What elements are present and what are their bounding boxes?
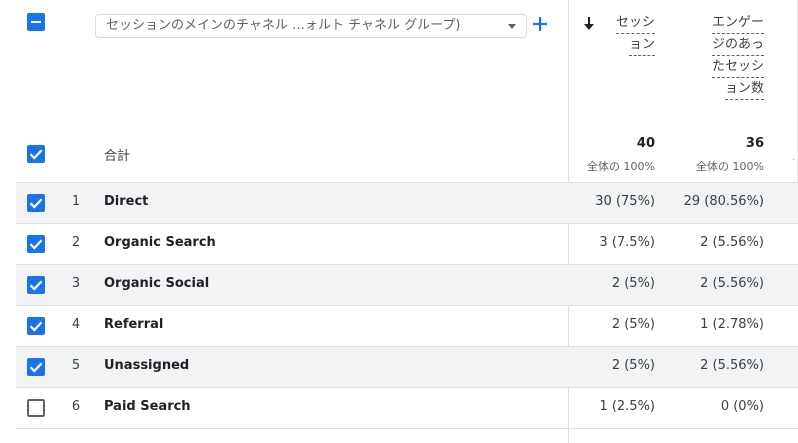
row-channel-name: Direct [104, 194, 149, 209]
total-engaged-value: 36 [745, 136, 764, 151]
row-sessions-value: 2 (5%) [611, 317, 655, 332]
row-index: 3 [71, 276, 81, 291]
table-row[interactable]: 2 Organic Search 3 (7.5%) 2 (5.56%) [16, 224, 798, 264]
table-row[interactable]: 4 Referral 2 (5%) 1 (2.78%) [16, 306, 798, 346]
row-index: 2 [71, 235, 81, 250]
column-header-engaged-line2: ジのあっ [711, 35, 764, 56]
row-checkbox[interactable] [27, 399, 45, 417]
row-sessions-value: 2 (5%) [611, 276, 655, 291]
check-icon [29, 321, 43, 332]
row-checkbox[interactable] [27, 276, 45, 294]
check-icon [29, 239, 43, 250]
row-sessions-value: 1 (2.5%) [599, 399, 655, 414]
check-icon [29, 280, 43, 291]
row-channel-name: Referral [104, 317, 164, 332]
table-row[interactable]: 5 Unassigned 2 (5%) 2 (5.56%) [16, 347, 798, 387]
row-channel-name: Unassigned [104, 358, 190, 373]
total-sessions-share: 全体の 100% [587, 160, 655, 173]
row-channel-name: Organic Search [104, 235, 216, 250]
row-index: 5 [71, 358, 81, 373]
row-checkbox[interactable] [27, 194, 45, 212]
dimension-select-value: セッションのメインのチャネル …ォルト チャネル グループ) [106, 18, 461, 33]
row-engaged-value: 0 (0%) [720, 399, 764, 414]
row-checkbox[interactable] [27, 317, 45, 335]
column-header-engaged-line4: ョン数 [724, 79, 764, 100]
table-row[interactable]: 6 Paid Search 1 (2.5%) 0 (0%) [16, 388, 798, 428]
row-divider [16, 428, 798, 429]
row-sessions-value: 2 (5%) [611, 358, 655, 373]
totals-label: 合計 [104, 149, 131, 164]
row-engaged-value: 2 (5.56%) [700, 358, 764, 373]
column-header-engaged-sessions[interactable]: エンゲー ジのあっ たセッシ ョン数 [711, 12, 764, 100]
row-channel-name: Paid Search [104, 399, 191, 414]
row-checkbox[interactable] [27, 235, 45, 253]
check-icon [29, 149, 43, 160]
totals-checkbox[interactable] [27, 145, 45, 163]
row-checkbox[interactable] [27, 358, 45, 376]
dimension-select[interactable]: セッションのメインのチャネル …ォルト チャネル グループ) [95, 14, 527, 38]
row-index: 4 [71, 317, 81, 332]
column-header-sessions-line1: セッシ [615, 13, 655, 34]
check-icon [29, 198, 43, 209]
row-index: 1 [71, 194, 81, 209]
plus-icon[interactable] [531, 15, 549, 33]
row-engaged-value: 2 (5.56%) [700, 235, 764, 250]
column-header-sessions[interactable]: セッシ ョン [615, 12, 655, 56]
truncated-column-indicator: · [792, 155, 796, 166]
row-sessions-value: 30 (75%) [595, 194, 655, 209]
row-engaged-value: 29 (80.56%) [683, 194, 764, 209]
column-header-engaged-line1: エンゲー [711, 13, 764, 34]
table-row[interactable]: 3 Organic Social 2 (5%) 2 (5.56%) [16, 265, 798, 305]
minus-checkbox-icon [31, 21, 41, 23]
column-header-engaged-line3: たセッシ [711, 57, 764, 78]
total-sessions-value: 40 [636, 136, 655, 151]
caret-down-icon [508, 24, 516, 29]
row-engaged-value: 1 (2.78%) [700, 317, 764, 332]
row-sessions-value: 3 (7.5%) [599, 235, 655, 250]
row-channel-name: Organic Social [104, 276, 210, 291]
check-icon [29, 362, 43, 373]
row-engaged-value: 2 (5.56%) [700, 276, 764, 291]
select-all-checkbox[interactable] [27, 13, 45, 31]
sort-down-arrow-icon[interactable] [582, 16, 596, 32]
total-engaged-share: 全体の 100% [696, 160, 764, 173]
row-index: 6 [71, 399, 81, 414]
table-row[interactable]: 1 Direct 30 (75%) 29 (80.56%) [16, 183, 798, 223]
column-header-sessions-line2: ョン [628, 35, 655, 56]
